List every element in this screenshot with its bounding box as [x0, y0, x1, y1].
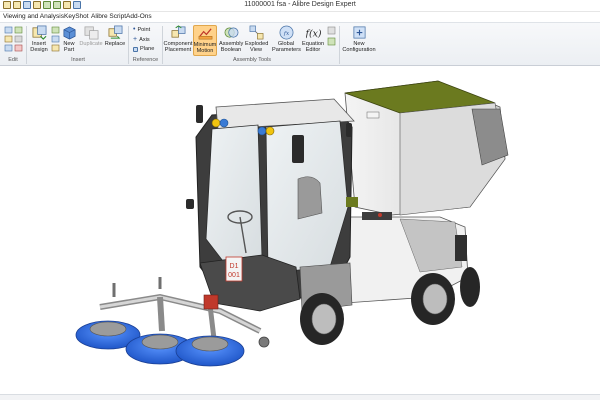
- ribbon-divider: [26, 26, 27, 64]
- plane-label: Plane: [140, 46, 155, 52]
- menu-alibre-script[interactable]: Alibre Script: [91, 13, 126, 20]
- insert-design-label: Insert Design: [30, 41, 48, 54]
- minimum-motion-label: Minimum Motion: [193, 42, 217, 55]
- minimum-motion-icon: [198, 28, 212, 40]
- point-button[interactable]: • Point: [133, 26, 150, 33]
- new-part-icon: [63, 26, 75, 40]
- ribbon-toolbar: Edit Insert Design New Part Duplicate Re…: [0, 22, 600, 66]
- menu-viewing-and-analysis[interactable]: Viewing and Analysis: [3, 13, 64, 20]
- component-placement-label: Component Placement: [163, 41, 193, 54]
- component-placement-icon: [171, 25, 185, 38]
- cab: D1 001: [186, 98, 358, 312]
- axis-icon: +: [133, 36, 138, 43]
- replace-button[interactable]: Replace: [104, 25, 126, 47]
- axis-label: Axis: [139, 36, 150, 43]
- insert-small-tools: [51, 26, 60, 54]
- ribbon-divider: [339, 26, 340, 64]
- id-plate-line1: D1: [230, 263, 239, 270]
- street-sweeper-model[interactable]: D1 001: [0, 67, 600, 400]
- replace-label: Replace: [104, 41, 126, 47]
- group-insert-label: Insert: [71, 57, 85, 63]
- new-configuration-button[interactable]: New Configuration: [341, 25, 377, 53]
- insert-design-icon: [32, 25, 46, 40]
- fx-icon: f(x): [306, 28, 321, 39]
- point-icon: •: [133, 26, 136, 33]
- global-parameters-icon: fx: [279, 25, 293, 40]
- plane-button[interactable]: Plane: [133, 46, 154, 52]
- assembly-small-tools: [327, 26, 336, 56]
- group-reference-label: Reference: [132, 57, 159, 63]
- assembly-boolean-button[interactable]: Assembly Boolean: [219, 25, 243, 53]
- group-edit-label: Edit: [8, 57, 18, 63]
- windshield: [205, 124, 263, 266]
- replace-icon: [108, 25, 122, 39]
- model-viewport[interactable]: D1 001: [0, 67, 600, 400]
- exploded-view-button[interactable]: Exploded View: [245, 25, 269, 54]
- axis-button[interactable]: + Axis: [133, 36, 150, 43]
- duplicate-button[interactable]: Duplicate: [79, 25, 103, 47]
- group-assembly-tools-label: Assembly Tools: [232, 57, 272, 63]
- exploded-view-label: Exploded View: [245, 41, 269, 54]
- menu-bar: Viewing and Analysis KeyShot Alibre Scri…: [0, 12, 600, 22]
- menu-keyshot[interactable]: KeyShot: [64, 13, 89, 20]
- edit-tools: [4, 26, 24, 54]
- id-plate-line2: 001: [228, 272, 240, 279]
- menu-add-ons[interactable]: Add-Ons: [126, 13, 152, 20]
- assembly-boolean-label: Assembly Boolean: [219, 41, 244, 54]
- app-window: 11000001 fsa - Alibre Design Expert View…: [0, 0, 600, 400]
- duplicate-icon: [84, 26, 98, 40]
- equation-editor-button[interactable]: f(x) Equation Editor: [302, 25, 324, 53]
- component-placement-button[interactable]: Component Placement: [163, 25, 193, 53]
- new-part-label: New Part: [63, 41, 75, 54]
- insert-design-button[interactable]: Insert Design: [29, 25, 49, 53]
- svg-text:f(x): f(x): [306, 28, 321, 39]
- plane-icon: [133, 46, 138, 52]
- minimum-motion-button[interactable]: Minimum Motion: [193, 25, 217, 57]
- hopper: [344, 80, 509, 216]
- duplicate-label: Duplicate: [79, 41, 103, 47]
- new-configuration-label: New Configuration: [342, 41, 376, 54]
- assembly-boolean-icon: [224, 27, 238, 38]
- point-label: Point: [137, 26, 151, 33]
- svg-text:fx: fx: [282, 31, 289, 37]
- equation-editor-label: Equation Editor: [302, 41, 325, 54]
- global-parameters-label: Global Parameters: [272, 41, 301, 54]
- title-bar: 11000001 fsa - Alibre Design Expert: [0, 0, 600, 12]
- window-title: 11000001 fsa - Alibre Design Expert: [244, 1, 356, 8]
- global-parameters-button[interactable]: fx Global Parameters: [272, 25, 301, 54]
- new-configuration-icon: [353, 26, 365, 39]
- exploded-view-icon: [249, 25, 263, 40]
- status-bar: [0, 394, 600, 400]
- new-part-button[interactable]: New Part: [61, 25, 77, 53]
